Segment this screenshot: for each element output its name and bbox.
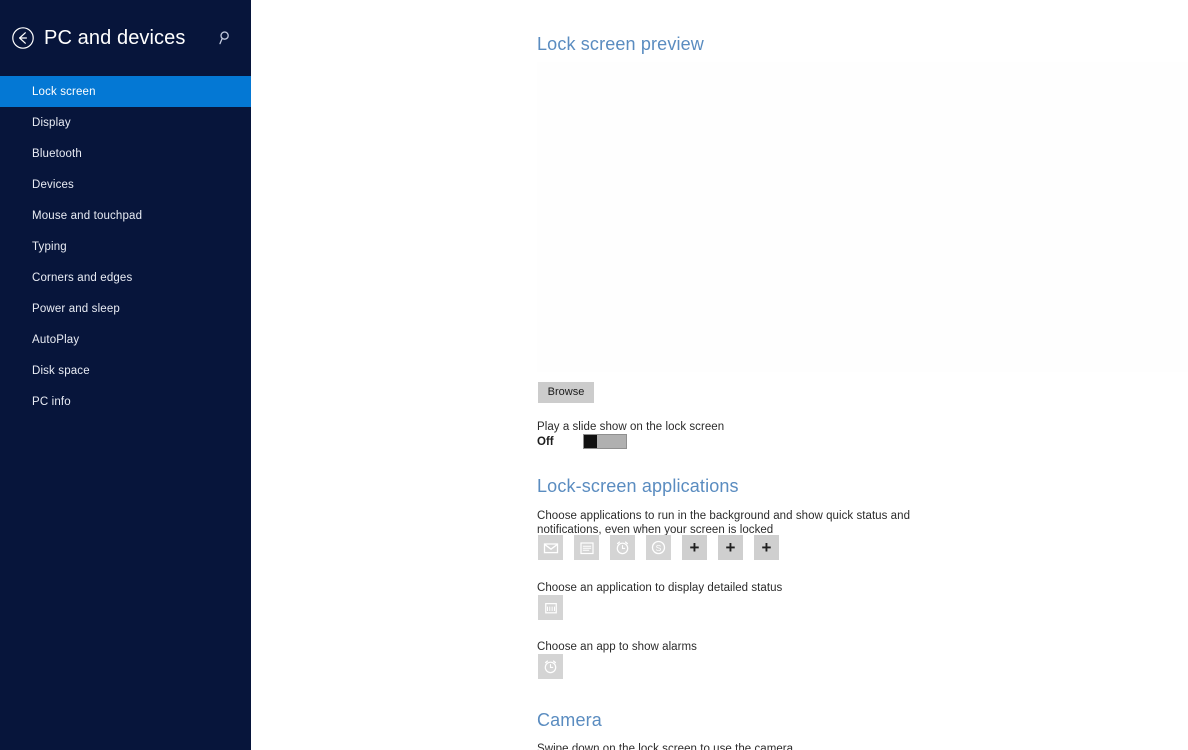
sidebar-item-corners-and-edges[interactable]: Corners and edges — [0, 262, 251, 293]
sidebar-item-disk-space[interactable]: Disk space — [0, 355, 251, 386]
lock-screen-app-tiles: S + + + — [538, 535, 790, 560]
sidebar-item-label: Lock screen — [32, 85, 96, 98]
sidebar-header: PC and devices — [0, 0, 251, 76]
page-title: PC and devices — [44, 27, 186, 49]
sidebar-item-label: Mouse and touchpad — [32, 209, 143, 222]
svg-text:S: S — [656, 543, 662, 553]
sidebar-item-label: Bluetooth — [32, 147, 82, 160]
sidebar-item-label: PC info — [32, 395, 71, 408]
slideshow-toggle-row: Off — [537, 434, 627, 449]
alarm-clock-icon — [544, 660, 557, 674]
calendar-icon[interactable] — [574, 535, 599, 560]
settings-window: PC and devices Lock screen Display Bluet… — [0, 0, 1188, 750]
lock-screen-preview-image[interactable] — [537, 62, 1188, 372]
sidebar-item-label: Devices — [32, 178, 74, 191]
sidebar-item-devices[interactable]: Devices — [0, 169, 251, 200]
sidebar-item-label: Display — [32, 116, 71, 129]
slideshow-label: Play a slide show on the lock screen — [537, 421, 725, 433]
add-icon: + — [689, 538, 700, 557]
search-icon[interactable] — [215, 27, 237, 49]
lock-screen-preview-heading: Lock screen preview — [537, 34, 704, 54]
sidebar-item-bluetooth[interactable]: Bluetooth — [0, 138, 251, 169]
sidebar-item-typing[interactable]: Typing — [0, 231, 251, 262]
sidebar-item-display[interactable]: Display — [0, 107, 251, 138]
sidebar-item-label: Typing — [32, 240, 67, 253]
alarm-clock-icon[interactable] — [610, 535, 635, 560]
sidebar-item-pc-info[interactable]: PC info — [0, 386, 251, 417]
browse-button[interactable]: Browse — [538, 382, 594, 403]
add-lock-screen-app-button-3[interactable]: + — [754, 535, 779, 560]
sidebar-item-autoplay[interactable]: AutoPlay — [0, 324, 251, 355]
detailed-status-app-tile[interactable] — [538, 595, 563, 620]
sidebar-item-label: Power and sleep — [32, 302, 120, 315]
add-lock-screen-app-button-1[interactable]: + — [682, 535, 707, 560]
lock-screen-applications-heading: Lock-screen applications — [537, 476, 739, 496]
skype-icon[interactable]: S — [646, 535, 671, 560]
sidebar-item-lock-screen[interactable]: Lock screen — [0, 76, 251, 107]
slideshow-toggle[interactable] — [583, 434, 627, 449]
add-lock-screen-app-button-2[interactable]: + — [718, 535, 743, 560]
sidebar: PC and devices Lock screen Display Bluet… — [0, 0, 251, 750]
toggle-thumb — [584, 435, 597, 448]
sidebar-menu: Lock screen Display Bluetooth Devices Mo… — [0, 76, 251, 417]
sidebar-item-mouse-and-touchpad[interactable]: Mouse and touchpad — [0, 200, 251, 231]
sidebar-item-label: AutoPlay — [32, 333, 80, 346]
sidebar-item-label: Disk space — [32, 364, 90, 377]
lock-screen-applications-description: Choose applications to run in the backgr… — [537, 510, 911, 536]
camera-heading: Camera — [537, 710, 602, 730]
main-content: Lock screen preview Browse Play a slide … — [251, 0, 1188, 750]
alarms-description: Choose an app to show alarms — [537, 641, 697, 653]
back-arrow-circle-icon[interactable] — [10, 25, 36, 51]
add-icon: + — [761, 538, 772, 557]
sidebar-item-label: Corners and edges — [32, 271, 133, 284]
alarms-app-tile[interactable] — [538, 654, 563, 679]
mail-icon[interactable] — [538, 535, 563, 560]
add-icon: + — [725, 538, 736, 557]
detailed-status-description: Choose an application to display detaile… — [537, 582, 783, 594]
slideshow-state-label: Off — [537, 435, 554, 448]
sidebar-item-power-and-sleep[interactable]: Power and sleep — [0, 293, 251, 324]
calendar-icon — [544, 602, 557, 613]
camera-description: Swipe down on the lock screen to use the… — [537, 743, 794, 750]
